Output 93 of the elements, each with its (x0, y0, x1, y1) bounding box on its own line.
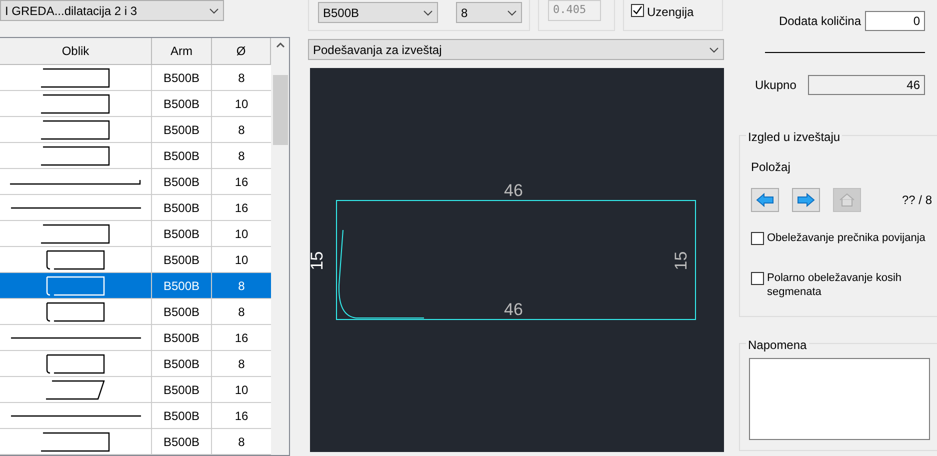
position-counter: ?? / 8 (902, 192, 932, 209)
table-cell-text: 8 (237, 278, 246, 294)
table-row[interactable]: B500B 16 (0, 325, 271, 351)
chevron-down-icon (423, 10, 433, 16)
table-cell: B500B (152, 117, 212, 142)
dimension-label: 46 (504, 299, 523, 321)
previous-button[interactable] (751, 188, 779, 212)
bar-shape-icon (41, 146, 110, 166)
table-cell: B500B (152, 221, 212, 246)
chevron-down-icon (709, 46, 719, 52)
table-cell: B500B (152, 429, 212, 454)
table-row[interactable]: B500B 10 (0, 377, 271, 403)
table-cell-text: 8 (237, 304, 246, 320)
table-cell: B500B (152, 377, 212, 402)
table-row[interactable]: B500B 8 (0, 65, 271, 91)
table-row[interactable]: B500B 10 (0, 221, 271, 247)
bar-shape-icon (41, 432, 110, 452)
bar-shape-icon (41, 224, 110, 244)
table-cell-text: 8 (237, 70, 246, 86)
table-cell-text: 10 (234, 226, 250, 242)
steel-select[interactable]: B500B (318, 2, 438, 23)
bar-shape-icon (46, 250, 105, 270)
table-row[interactable]: B500B 8 (0, 273, 271, 299)
table-cell: B500B (152, 195, 212, 220)
bar-shape-icon (10, 178, 141, 184)
added-quantity-field[interactable]: 0 (865, 11, 925, 31)
table-row[interactable]: B500B 16 (0, 195, 271, 221)
table-row[interactable]: B500B 8 (0, 299, 271, 325)
table-cell: B500B (152, 91, 212, 116)
table-cell: B500B (152, 351, 212, 376)
table-cell-text: 8 (237, 356, 246, 372)
dimension-label: 46 (504, 180, 523, 202)
dimension-label: 15 (306, 251, 328, 270)
note-text-area[interactable] (749, 358, 930, 440)
column-header[interactable]: Arm (152, 38, 212, 64)
table-cell: B500B (152, 143, 212, 168)
chevron-down-icon (507, 10, 517, 16)
table-cell: B500B (152, 325, 212, 350)
bar-shape-icon (41, 68, 110, 88)
column-header[interactable]: Oblik (0, 38, 152, 64)
arrow-left-icon (756, 193, 774, 207)
table-row[interactable]: B500B 8 (0, 143, 271, 169)
checkmark-icon (632, 5, 643, 16)
table-row[interactable]: B500B 8 (0, 117, 271, 143)
arrow-right-icon (797, 193, 815, 207)
field-label: Položaj (751, 160, 790, 174)
bar-shape-icon (46, 354, 105, 374)
table-row[interactable]: B500B 10 (0, 247, 271, 273)
table-cell-text: 10 (234, 382, 250, 398)
bar-shape-icon (46, 276, 105, 296)
table-cell-text: 10 (234, 96, 250, 112)
scrollbar-thumb[interactable] (272, 75, 288, 145)
total-field[interactable]: 46 (808, 75, 925, 95)
checkbox-label: Uzengija (647, 4, 694, 21)
bar-shape-icon (46, 380, 105, 400)
bar-shape-icon (46, 302, 105, 322)
table-cell-text: 16 (234, 408, 250, 424)
bar-shape-icon (41, 120, 110, 140)
chevron-down-icon (209, 8, 219, 14)
table-row[interactable]: B500B 10 (0, 91, 271, 117)
checkbox[interactable] (751, 232, 764, 245)
checkbox-label: Obeležavanje prečnika povijanja (767, 231, 926, 245)
report-settings-select[interactable]: Podešavanja za izveštaj (308, 39, 724, 60)
checkbox[interactable] (751, 272, 764, 285)
table-cell-text: 16 (234, 174, 250, 190)
table-row[interactable]: B500B 8 (0, 429, 271, 455)
table-cell-text: 8 (237, 148, 246, 164)
checkbox[interactable] (631, 4, 644, 17)
field-label: Ukupno (755, 77, 796, 94)
table-cell: B500B (152, 247, 212, 272)
bar-shape-icon (41, 94, 110, 114)
table-cell-text: 10 (234, 252, 250, 268)
table-cell: B500B (152, 299, 212, 324)
scroll-up-icon[interactable] (276, 42, 284, 48)
checkbox-label: Polarno obeležavanje kosih segmenata (767, 271, 903, 299)
table-row[interactable]: B500B 8 (0, 351, 271, 377)
scrollbar[interactable] (271, 38, 289, 455)
diameter-select[interactable]: 8 (456, 2, 522, 23)
field-label: Dodata količina (778, 13, 861, 30)
next-button[interactable] (792, 188, 820, 212)
table-cell: B500B (152, 273, 212, 298)
table-cell: B500B (152, 169, 212, 194)
table-cell: B500B (152, 65, 212, 90)
table-cell: B500B (152, 403, 212, 428)
table-row[interactable]: B500B 16 (0, 403, 271, 429)
dimension-label: 15 (670, 251, 692, 270)
table-cell-text: 8 (237, 122, 246, 138)
table-row[interactable]: B500B 16 (0, 169, 271, 195)
table-cell-text: 8 (237, 434, 246, 450)
element-select[interactable]: I GREDA...dilatacija 2 i 3 (0, 0, 224, 21)
house-icon (839, 193, 855, 207)
table-cell-text: 16 (234, 330, 250, 346)
table-cell-text: 16 (234, 200, 250, 216)
